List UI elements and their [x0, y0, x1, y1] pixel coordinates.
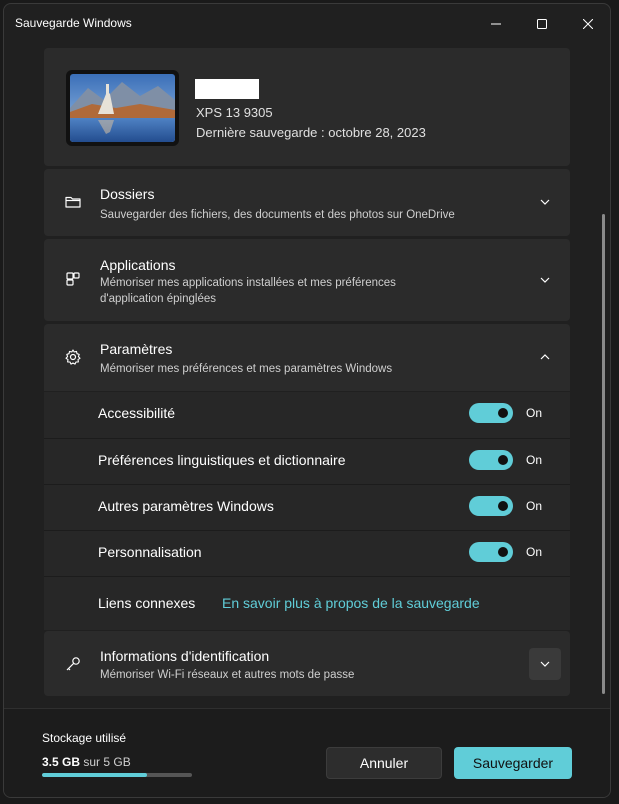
- device-model: XPS 13 9305: [196, 105, 273, 120]
- storage-progress-bar: [42, 773, 192, 777]
- minimize-icon: [491, 23, 501, 25]
- toggle-state: On: [526, 453, 543, 467]
- setting-row-autres: Autres paramètres Windows On: [44, 484, 570, 530]
- footer: Stockage utilisé 3.5 GB sur 5 GB Annuler…: [4, 708, 610, 797]
- expand-button[interactable]: [529, 648, 561, 680]
- chevron-up-icon: [540, 354, 550, 360]
- section-applications[interactable]: Applications Mémoriser mes applications …: [44, 239, 570, 321]
- learn-more-link[interactable]: En savoir plus à propos de la sauvegarde: [222, 595, 480, 611]
- gear-icon: [65, 349, 81, 365]
- setting-label: Préférences linguistiques et dictionnair…: [98, 452, 346, 468]
- window-title: Sauvegarde Windows: [15, 16, 132, 30]
- toggle-state: On: [526, 545, 543, 559]
- expand-button[interactable]: [534, 191, 556, 213]
- storage-usage: 3.5 GB sur 5 GB: [42, 755, 131, 769]
- section-description: Sauvegarder des fichiers, des documents …: [100, 209, 455, 221]
- storage-total: sur 5 GB: [83, 755, 131, 769]
- toggle-knob: [498, 408, 508, 418]
- section-title: Paramètres: [100, 341, 173, 357]
- related-links-row: Liens connexes En savoir plus à propos d…: [44, 576, 570, 630]
- section-dossiers[interactable]: Dossiers Sauvegarder des fichiers, des d…: [44, 169, 570, 236]
- section-title: Dossiers: [100, 186, 155, 202]
- title-bar: Sauvegarde Windows: [4, 4, 610, 42]
- setting-label: Accessibilité: [98, 405, 176, 421]
- maximize-button[interactable]: [522, 8, 562, 40]
- setting-row-langue: Préférences linguistiques et dictionnair…: [44, 438, 570, 484]
- cancel-button[interactable]: Annuler: [326, 747, 442, 779]
- key-icon: [66, 657, 80, 671]
- storage-progress-fill: [42, 773, 147, 777]
- expand-button[interactable]: [534, 269, 556, 291]
- last-backup-date: Dernière sauvegarde : octobre 28, 2023: [196, 125, 426, 140]
- section-description-line1: Mémoriser mes applications installées et…: [100, 277, 396, 289]
- section-description: Mémoriser mes préférences et mes paramèt…: [100, 363, 393, 375]
- setting-label: Personnalisation: [98, 544, 202, 560]
- storage-label: Stockage utilisé: [42, 731, 127, 745]
- toggle-switch[interactable]: [469, 496, 513, 516]
- device-header: XPS 13 9305 Dernière sauvegarde : octobr…: [44, 48, 570, 166]
- toggle-switch[interactable]: [469, 450, 513, 470]
- section-description-line2: d'application épinglées: [100, 293, 217, 305]
- toggle-switch[interactable]: [469, 542, 513, 562]
- toggle-knob: [498, 501, 508, 511]
- chevron-down-icon: [540, 661, 550, 667]
- device-name-redacted: [195, 79, 259, 99]
- chevron-down-icon: [540, 199, 550, 205]
- close-button[interactable]: [568, 8, 608, 40]
- section-parametres[interactable]: Paramètres Mémoriser mes préférences et …: [44, 324, 570, 391]
- scrollbar[interactable]: [602, 214, 605, 694]
- minimize-button[interactable]: [476, 8, 516, 40]
- apps-icon: [66, 272, 80, 286]
- chevron-down-icon: [540, 277, 550, 283]
- parametres-details: Accessibilité On Préférences linguistiqu…: [44, 392, 570, 630]
- setting-label: Autres paramètres Windows: [98, 498, 274, 514]
- wallpaper-image: [70, 74, 175, 142]
- device-thumbnail: [66, 70, 179, 146]
- toggle-switch[interactable]: [469, 403, 513, 423]
- toggle-state: On: [526, 406, 543, 420]
- toggle-knob: [498, 455, 508, 465]
- maximize-icon: [537, 19, 547, 29]
- save-button[interactable]: Sauvegarder: [454, 747, 572, 779]
- storage-used: 3.5 GB: [42, 755, 81, 769]
- section-title: Informations d'identification: [100, 648, 270, 664]
- setting-row-accessibilite: Accessibilité On: [44, 392, 570, 438]
- close-icon: [583, 19, 593, 29]
- folder-icon: [65, 196, 81, 208]
- related-links-label: Liens connexes: [98, 595, 196, 611]
- toggle-state: On: [526, 499, 543, 513]
- toggle-knob: [498, 547, 508, 557]
- setting-row-personnalisation: Personnalisation On: [44, 530, 570, 576]
- section-title: Applications: [100, 257, 176, 273]
- backup-window: Sauvegarde Windows XPS 13 9305 Dernière …: [3, 3, 611, 798]
- section-description: Mémoriser Wi-Fi réseaux et autres mots d…: [100, 669, 355, 681]
- collapse-button[interactable]: [534, 346, 556, 368]
- section-identification[interactable]: Informations d'identification Mémoriser …: [44, 631, 570, 696]
